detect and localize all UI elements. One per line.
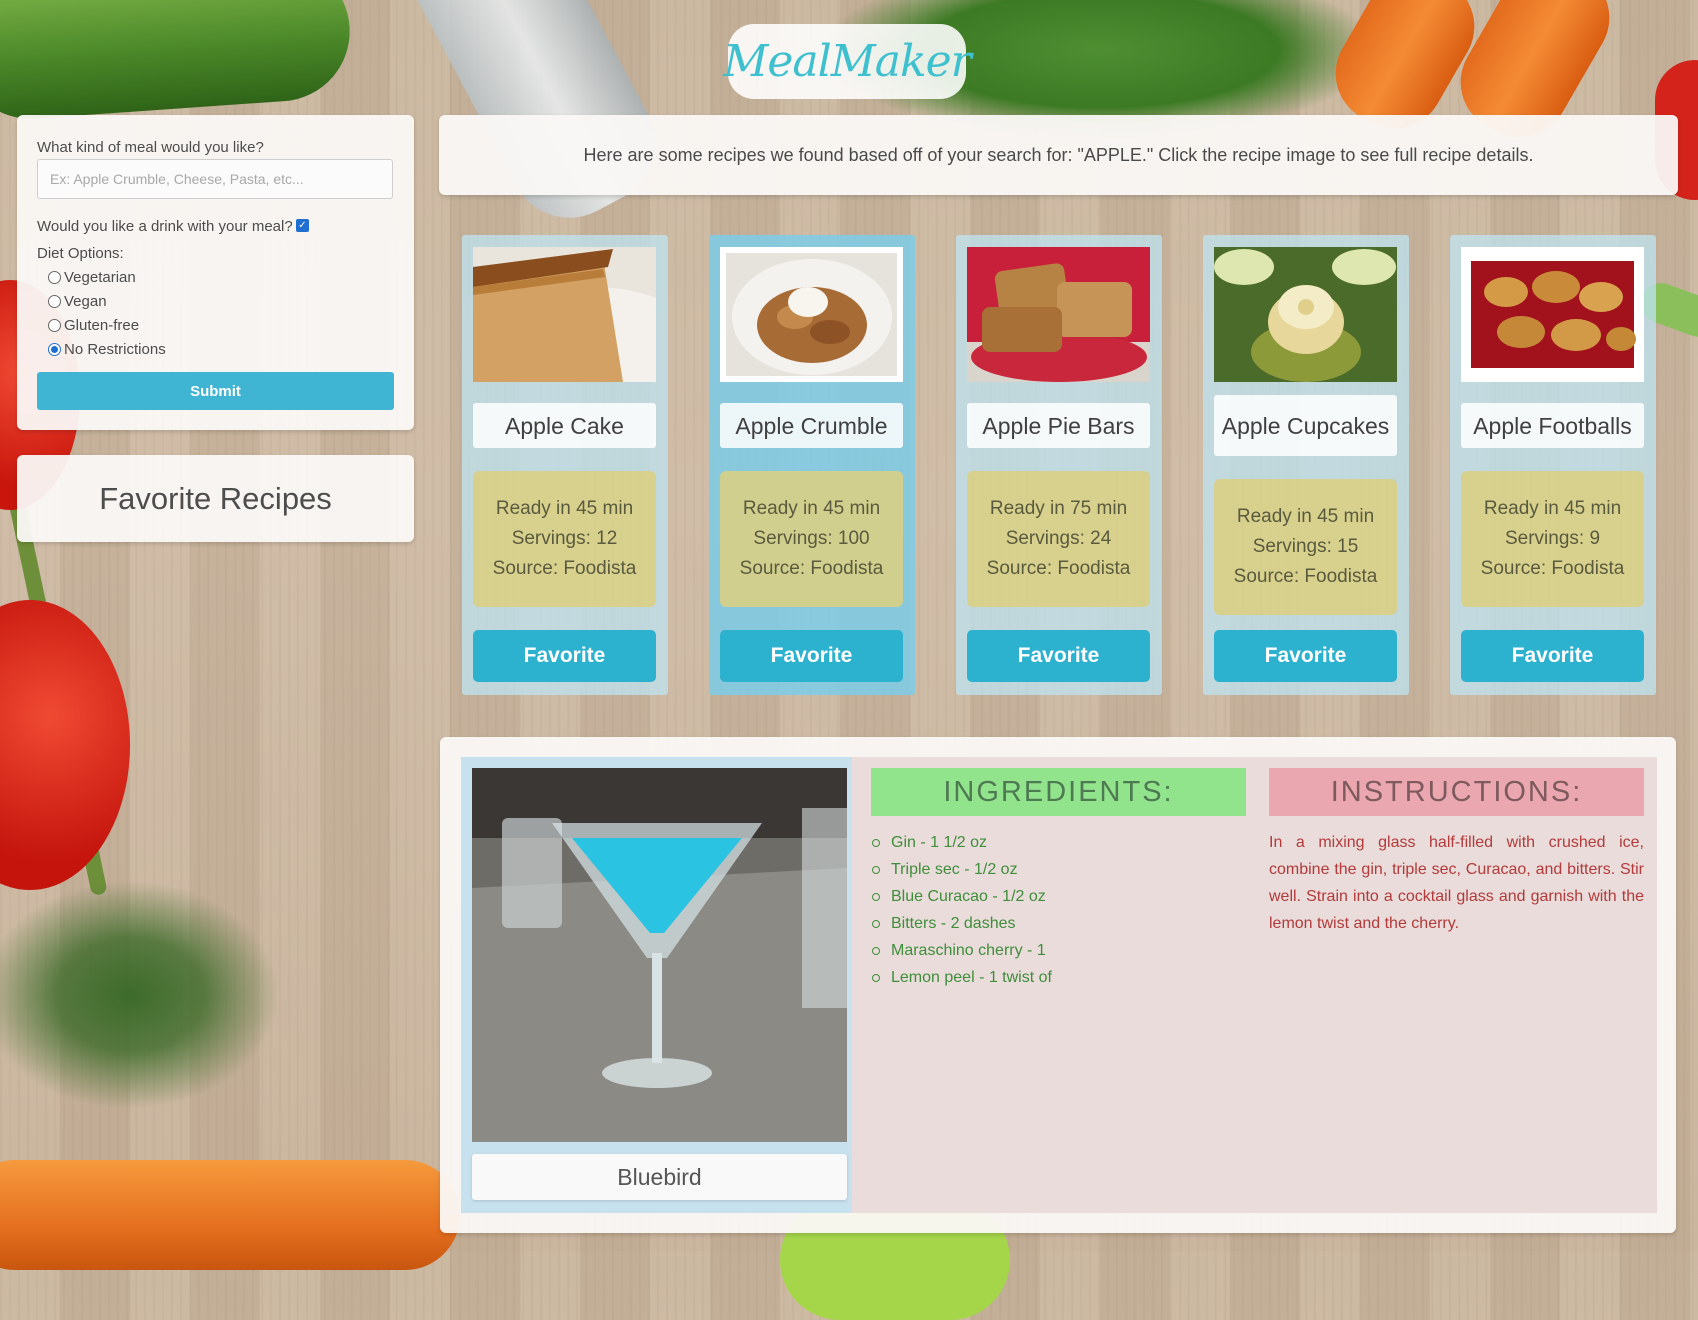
results-message-panel: Here are some recipes we found based off… <box>439 115 1678 195</box>
recipe-card: Apple Cupcakes Ready in 45 min Servings:… <box>1203 235 1409 695</box>
recipe-image-apple-crumble[interactable] <box>720 247 903 382</box>
meal-search-input[interactable] <box>37 159 393 199</box>
recipe-ready-time: Ready in 45 min <box>742 498 881 519</box>
recipe-servings: Servings: 12 <box>511 528 618 549</box>
drink-checkbox[interactable]: ✓ <box>296 219 309 232</box>
instructions-text: In a mixing glass half-filled with crush… <box>1269 834 1644 932</box>
drink-image[interactable] <box>472 768 847 1142</box>
favorite-recipes-title: Favorite Recipes <box>99 480 332 516</box>
recipe-ready-time: Ready in 45 min <box>495 498 634 519</box>
ingredients-list: Gin - 1 1/2 oz Triple sec - 1/2 oz Blue … <box>871 829 1052 991</box>
diet-option-no-restrictions[interactable]: No Restrictions <box>48 341 166 358</box>
recipe-title: Apple Pie Bars <box>967 403 1150 448</box>
recipe-servings: Servings: 100 <box>753 528 870 549</box>
recipe-card: Apple Pie Bars Ready in 75 min Servings:… <box>956 235 1162 695</box>
recipe-source: Source: Foodista <box>492 558 637 579</box>
recipe-title: Apple Footballs <box>1461 403 1644 448</box>
meal-question-label: What kind of meal would you like? <box>37 139 264 156</box>
instructions-header: INSTRUCTIONS: <box>1269 768 1644 816</box>
diet-option-vegetarian[interactable]: Vegetarian <box>48 269 136 286</box>
recipe-image-apple-pie-bars[interactable] <box>967 247 1150 382</box>
background-carrot <box>0 1160 460 1270</box>
recipe-title: Apple Cake <box>473 403 656 448</box>
recipe-source: Source: Foodista <box>1233 566 1378 587</box>
app-logo: MealMaker <box>723 24 972 99</box>
recipe-servings: Servings: 9 <box>1504 528 1601 549</box>
drink-panel: Bluebird INGREDIENTS: Gin - 1 1/2 oz Tri… <box>440 737 1676 1233</box>
favorite-button[interactable]: Favorite <box>473 630 656 682</box>
drink-question-label: Would you like a drink with your meal? <box>37 218 293 235</box>
recipe-source: Source: Foodista <box>1480 558 1625 579</box>
ingredient-item: Gin - 1 1/2 oz <box>872 829 1052 856</box>
recipe-image-apple-cupcakes[interactable] <box>1214 247 1397 382</box>
background-cucumber <box>0 0 355 124</box>
favorite-button[interactable]: Favorite <box>1214 630 1397 682</box>
ingredients-header: INGREDIENTS: <box>871 768 1246 816</box>
diet-option-vegan[interactable]: Vegan <box>48 293 107 310</box>
recipe-title: Apple Cupcakes <box>1214 395 1397 456</box>
diet-option-gluten-free[interactable]: Gluten-free <box>48 317 139 334</box>
search-form: What kind of meal would you like? Would … <box>17 115 414 430</box>
radio-button-selected[interactable] <box>48 343 61 356</box>
favorite-button[interactable]: Favorite <box>1461 630 1644 682</box>
recipe-ready-time: Ready in 45 min <box>1236 506 1375 527</box>
ingredient-item: Lemon peel - 1 twist of <box>872 964 1052 991</box>
drink-photo-frame: Bluebird <box>461 757 852 1213</box>
favorite-button[interactable]: Favorite <box>720 630 903 682</box>
radio-button[interactable] <box>48 271 61 284</box>
results-message: Here are some recipes we found based off… <box>583 144 1534 165</box>
recipe-card: Apple Cake Ready in 45 min Servings: 12 … <box>462 235 668 695</box>
ingredient-item: Triple sec - 1/2 oz <box>872 856 1052 883</box>
recipe-info: Ready in 75 min Servings: 24 Source: Foo… <box>967 471 1150 607</box>
favorite-button[interactable]: Favorite <box>967 630 1150 682</box>
diet-option-label: No Restrictions <box>64 341 166 358</box>
drink-name: Bluebird <box>472 1154 847 1200</box>
favorite-recipes-panel[interactable]: Favorite Recipes <box>17 455 414 542</box>
recipe-card: Apple Crumble Ready in 45 min Servings: … <box>709 235 915 695</box>
ingredient-item: Blue Curacao - 1/2 oz <box>872 883 1052 910</box>
recipe-image-apple-cake[interactable] <box>473 247 656 382</box>
ingredient-item: Bitters - 2 dashes <box>872 910 1052 937</box>
recipe-servings: Servings: 15 <box>1252 536 1359 557</box>
recipe-servings: Servings: 24 <box>1005 528 1112 549</box>
radio-button[interactable] <box>48 295 61 308</box>
recipe-title: Apple Crumble <box>720 403 903 448</box>
diet-option-label: Gluten-free <box>64 317 140 334</box>
background-thyme <box>0 880 280 1110</box>
recipe-info: Ready in 45 min Servings: 15 Source: Foo… <box>1214 479 1397 615</box>
background-tomato <box>0 600 130 890</box>
recipe-card: Apple Footballs Ready in 45 min Servings… <box>1450 235 1656 695</box>
recipe-source: Source: Foodista <box>739 558 884 579</box>
diet-option-label: Vegan <box>64 293 107 310</box>
recipe-ready-time: Ready in 45 min <box>1483 498 1622 519</box>
diet-options-label: Diet Options: <box>37 245 124 262</box>
recipe-info: Ready in 45 min Servings: 100 Source: Fo… <box>720 471 903 607</box>
recipe-info: Ready in 45 min Servings: 12 Source: Foo… <box>473 471 656 607</box>
drink-details: Bluebird INGREDIENTS: Gin - 1 1/2 oz Tri… <box>461 757 1657 1213</box>
radio-button[interactable] <box>48 319 61 332</box>
recipe-image-apple-footballs[interactable] <box>1461 247 1644 382</box>
recipe-info: Ready in 45 min Servings: 9 Source: Food… <box>1461 471 1644 607</box>
diet-option-label: Vegetarian <box>64 269 136 286</box>
submit-button[interactable]: Submit <box>37 372 394 410</box>
ingredient-item: Maraschino cherry - 1 <box>872 937 1052 964</box>
recipe-ready-time: Ready in 75 min <box>989 498 1128 519</box>
recipe-source: Source: Foodista <box>986 558 1131 579</box>
